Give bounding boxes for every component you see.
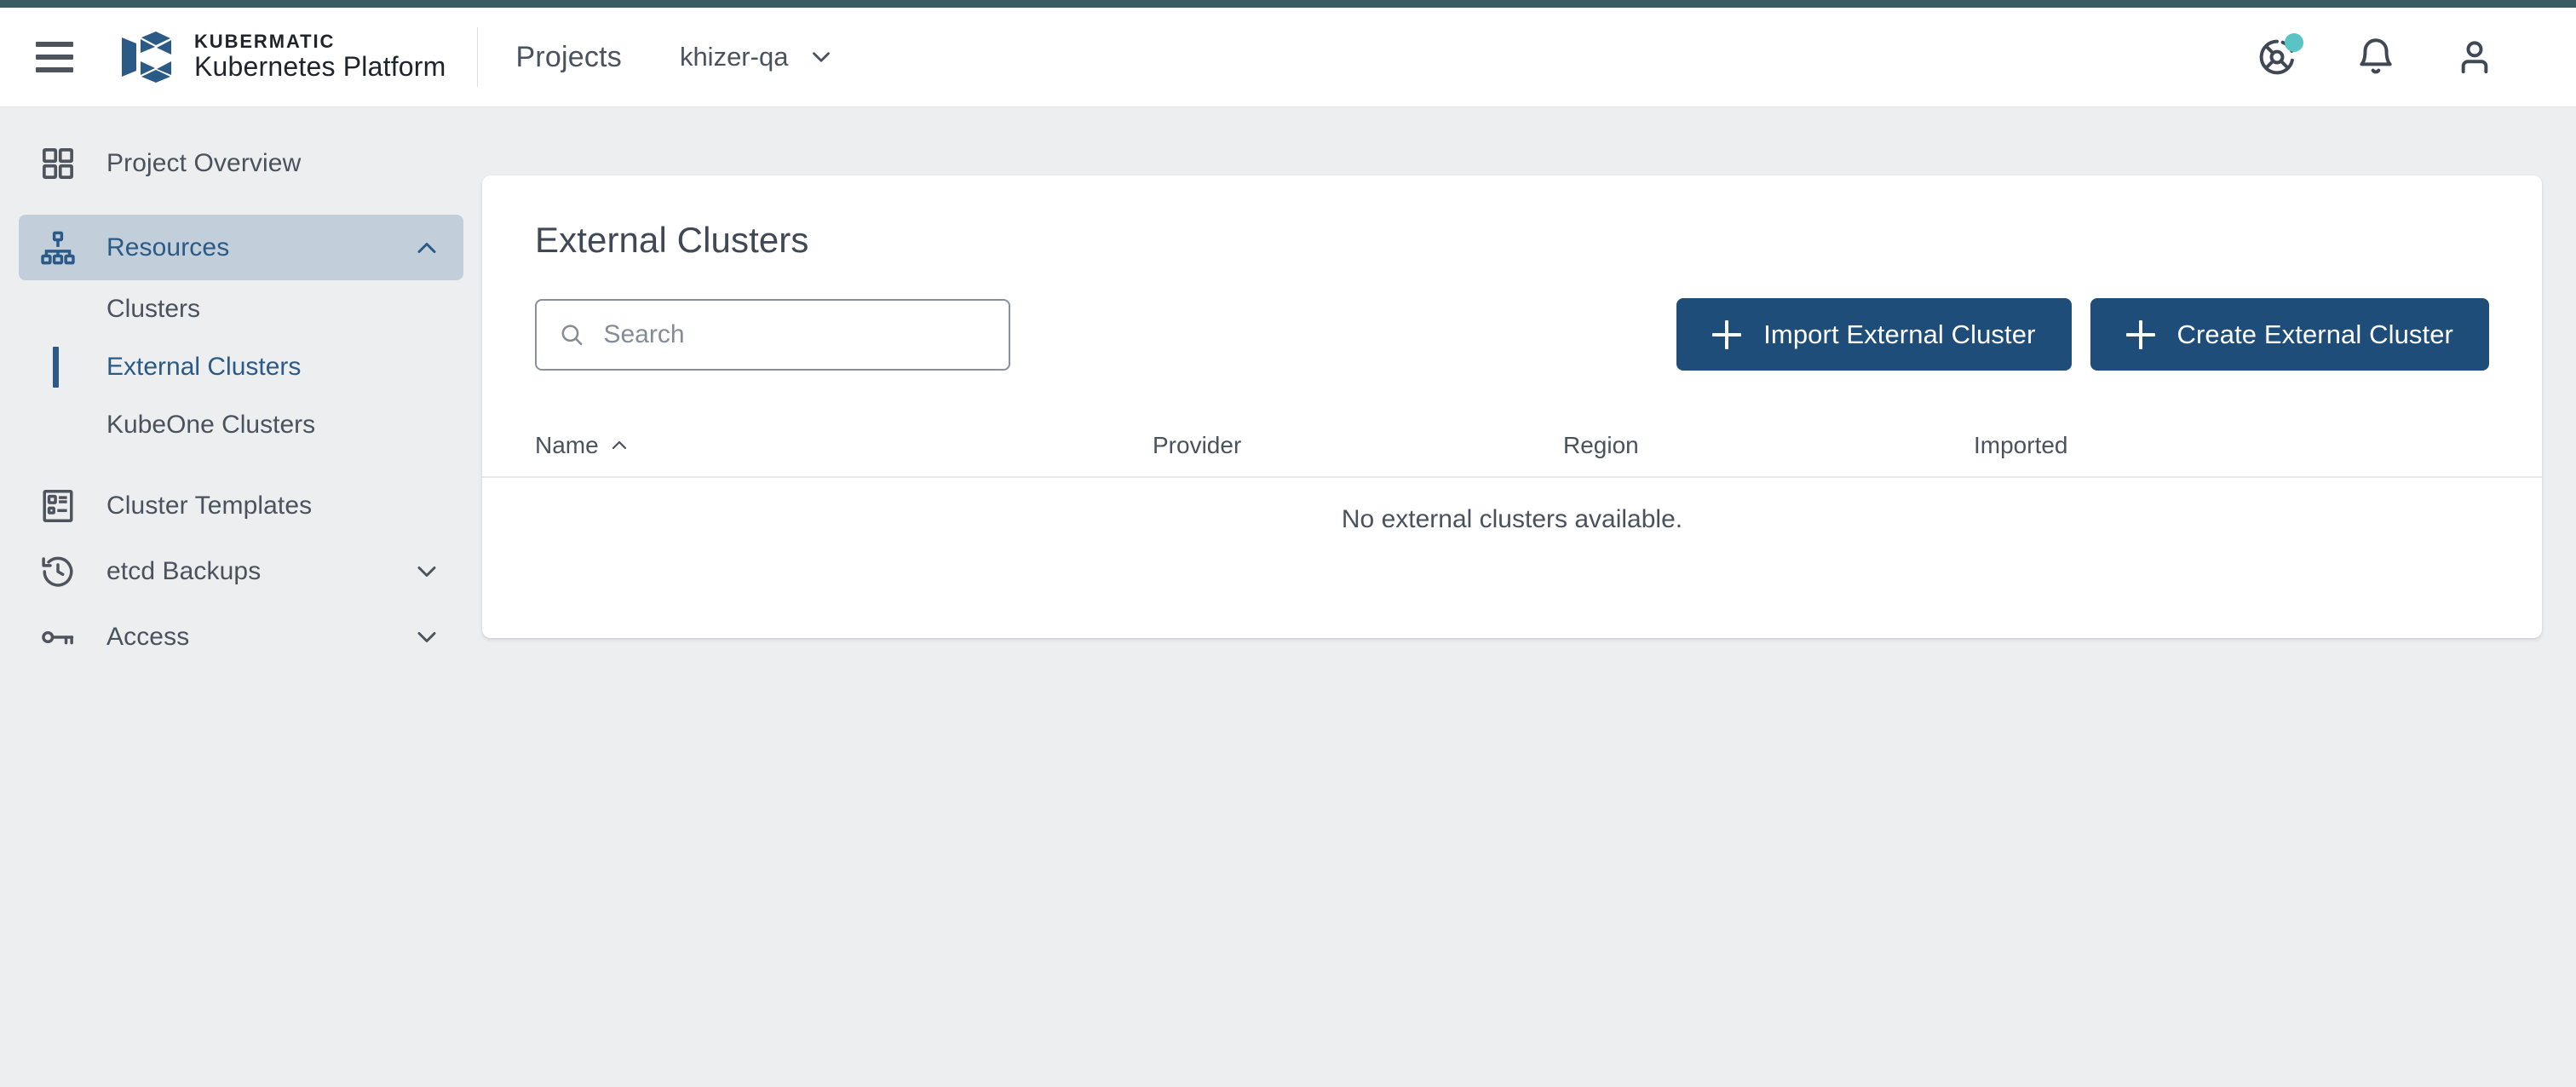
hamburger-line	[36, 55, 73, 60]
sidebar-subitem-label: External Clusters	[106, 353, 302, 381]
sidebar-item-external-clusters[interactable]: External Clusters	[19, 338, 463, 396]
projects-link[interactable]: Projects	[516, 41, 622, 74]
column-header-provider: Provider	[1153, 432, 1563, 459]
column-header-region-label: Region	[1563, 432, 1639, 458]
plus-icon	[1712, 319, 1742, 349]
chevron-up-icon[interactable]	[411, 233, 442, 263]
page-title: External Clusters	[535, 220, 809, 260]
search-box[interactable]	[535, 298, 1010, 371]
template-document-icon	[37, 486, 78, 526]
table-empty-state: No external clusters available.	[482, 478, 2542, 561]
sidebar-item-label: Project Overview	[106, 148, 302, 177]
external-clusters-table: Name Provider Region Imported No externa…	[482, 415, 2542, 561]
sidebar-subitem-label: Clusters	[106, 295, 201, 323]
create-external-cluster-label: Create External Cluster	[2176, 319, 2453, 349]
kubermatic-logo-icon	[122, 32, 171, 83]
sort-ascending-icon	[612, 440, 626, 450]
chevron-down-icon[interactable]	[411, 556, 442, 587]
create-external-cluster-button[interactable]: Create External Cluster	[2090, 298, 2489, 371]
template-document-icon-svg	[43, 489, 73, 522]
brand-title-top: KUBERMATIC	[194, 30, 336, 52]
topbar-actions	[2252, 32, 2499, 82]
project-selector[interactable]: khizer-qa	[680, 42, 837, 72]
notifications-button[interactable]	[2351, 32, 2401, 82]
import-external-cluster-label: Import External Cluster	[1763, 319, 2036, 349]
search-input[interactable]	[603, 319, 986, 349]
top-accent-bar	[0, 0, 2576, 8]
plus-icon	[2125, 319, 2155, 349]
import-external-cluster-button[interactable]: Import External Cluster	[1676, 298, 2072, 371]
sidebar-item-cluster-templates[interactable]: Cluster Templates	[19, 473, 463, 538]
chevron-down-icon[interactable]	[411, 622, 442, 653]
sidebar-item-label: Access	[106, 622, 190, 651]
chevron-down-icon	[813, 52, 831, 62]
sidebar-item-project-overview[interactable]: Project Overview	[19, 130, 463, 196]
sidebar-item-resources[interactable]: Resources	[19, 215, 463, 280]
toolbar-button-group: Import External Cluster Create External …	[1676, 298, 2489, 371]
key-icon	[37, 617, 78, 658]
search-icon	[561, 324, 583, 345]
sidebar-item-label: Resources	[106, 233, 230, 262]
bell-icon	[2360, 38, 2392, 74]
sitemap-hierarchy-icon-svg	[41, 231, 75, 264]
chevron-up-icon-svg	[417, 242, 436, 253]
sidebar: Project Overview Resources Clusters Exte…	[0, 108, 482, 1087]
sidebar-item-etcd-backups[interactable]: etcd Backups	[19, 538, 463, 604]
sidebar-item-clusters[interactable]: Clusters	[19, 280, 463, 338]
brand-title-bottom: Kubernetes Platform	[194, 51, 446, 83]
column-header-imported: Imported	[1974, 432, 2314, 459]
grid-dashboard-icon-svg	[43, 147, 73, 179]
sidebar-item-label: etcd Backups	[106, 556, 262, 585]
account-button[interactable]	[2450, 32, 2499, 82]
column-header-name-label: Name	[535, 432, 599, 458]
history-restore-icon	[37, 551, 78, 592]
sitemap-hierarchy-icon	[37, 227, 78, 268]
notification-badge-dot	[2285, 33, 2303, 52]
column-header-imported-label: Imported	[1974, 432, 2068, 458]
card-toolbar: Import External Cluster Create External …	[535, 298, 2489, 371]
column-header-provider-label: Provider	[1153, 432, 1242, 458]
column-header-name[interactable]: Name	[535, 432, 1153, 459]
active-indicator-bar	[53, 347, 59, 388]
column-header-region: Region	[1563, 432, 1974, 459]
sidebar-item-label: Cluster Templates	[106, 491, 313, 520]
hamburger-line	[36, 42, 73, 47]
brand-text: KUBERMATIC Kubernetes Platform	[194, 30, 446, 83]
sidebar-item-access[interactable]: Access	[19, 604, 463, 670]
sidebar-subitem-label: KubeOne Clusters	[106, 411, 316, 439]
hamburger-menu-icon[interactable]	[36, 38, 73, 76]
chevron-down-icon-svg	[417, 631, 436, 642]
topbar-divider	[476, 27, 478, 87]
sidebar-item-kubeone-clusters[interactable]: KubeOne Clusters	[19, 396, 463, 454]
hamburger-line	[36, 67, 73, 72]
brand-logo[interactable]: KUBERMATIC Kubernetes Platform	[118, 29, 446, 85]
project-selector-label: khizer-qa	[679, 42, 789, 72]
app-root: KUBERMATIC Kubernetes Platform Projects …	[0, 0, 2576, 1087]
user-account-icon	[2461, 41, 2488, 74]
key-icon-svg	[42, 630, 74, 644]
grid-dashboard-icon	[37, 143, 78, 184]
table-header-row: Name Provider Region Imported	[482, 415, 2542, 478]
help-support-button[interactable]	[2252, 32, 2303, 82]
history-restore-icon-svg	[42, 556, 73, 587]
chevron-down-icon-svg	[417, 566, 436, 577]
top-bar: KUBERMATIC Kubernetes Platform Projects …	[0, 8, 2576, 107]
empty-state-message: No external clusters available.	[1341, 504, 1683, 533]
external-clusters-card: External Clusters Import External Cluste…	[482, 175, 2542, 638]
